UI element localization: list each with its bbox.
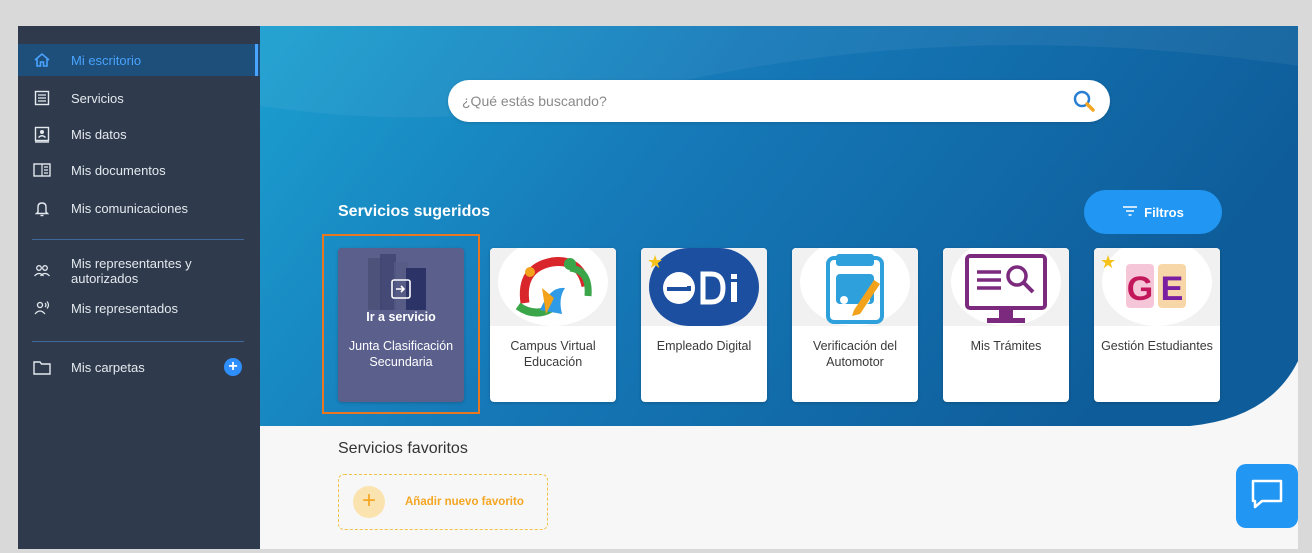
filter-icon (1122, 205, 1138, 220)
service-card-name: Verificación del Automotor (812, 339, 898, 369)
add-favorite-label: Añadir nuevo favorito (405, 496, 524, 508)
service-card-name: Junta Clasificación Secundaria (348, 339, 454, 369)
sidebar-item-label: Servicios (71, 90, 124, 106)
search-icon[interactable] (1070, 87, 1098, 115)
service-card-junta-clasificacion[interactable]: Ir a servicio Junta Clasificación Secund… (338, 248, 464, 402)
sidebar-item-label: Mis datos (71, 126, 127, 142)
id-card-icon (32, 124, 52, 144)
service-card-empleado-digital[interactable]: ★ Empleado Digital (641, 248, 767, 402)
sidebar-item-label: Mis representados (71, 300, 178, 316)
home-icon (32, 50, 52, 70)
automotor-logo (792, 248, 918, 326)
sidebar-item-mis-documentos[interactable]: Mis documentos (18, 154, 260, 186)
svg-text:E: E (1161, 270, 1184, 308)
sidebar-item-mis-carpetas[interactable]: Mis carpetas + (18, 351, 260, 383)
sidebar-item-mis-datos[interactable]: Mis datos (18, 118, 260, 150)
service-card-campus-virtual[interactable]: Campus Virtual Educación (490, 248, 616, 402)
campus-virtual-logo (490, 248, 616, 326)
search-bar (448, 80, 1110, 122)
sidebar-item-label: Mis representantes y autorizados (71, 256, 192, 286)
sidebar-item-label: Mi escritorio (71, 52, 142, 68)
main-content: Servicios sugeridos Filtros Ir a servi (260, 26, 1298, 549)
chat-button[interactable] (1236, 464, 1298, 528)
sidebar-item-label: Mis carpetas (71, 359, 145, 375)
sidebar-item-mi-escritorio[interactable]: Mi escritorio (18, 44, 260, 76)
app-window: Mi escritorio Servicios Mis datos Mis do… (18, 26, 1298, 549)
go-to-service-label: Ir a servicio (366, 310, 436, 324)
list-icon (32, 88, 52, 108)
favorite-services-title: Servicios favoritos (338, 440, 468, 457)
filters-button[interactable]: Filtros (1084, 190, 1222, 234)
add-favorite-button[interactable]: + Añadir nuevo favorito (338, 474, 548, 530)
favorite-star-icon: ★ (1100, 252, 1117, 272)
tramites-logo (943, 248, 1069, 326)
chat-icon (1250, 478, 1284, 515)
sidebar-item-mis-representantes[interactable]: Mis representantes y autorizados (18, 253, 260, 289)
sidebar: Mi escritorio Servicios Mis datos Mis do… (18, 26, 260, 549)
service-card-name: Mis Trámites (970, 339, 1042, 353)
favorite-star-icon: ★ (647, 252, 664, 272)
service-card-gestion-estudiantes[interactable]: G E ★ Gestión Estudiantes (1094, 248, 1220, 402)
bell-icon (32, 198, 52, 218)
service-card-verificacion-automotor[interactable]: Verificación del Automotor (792, 248, 918, 402)
documents-icon (32, 160, 52, 180)
user-voice-icon (32, 298, 52, 318)
folder-icon (32, 357, 52, 377)
sidebar-item-servicios[interactable]: Servicios (18, 82, 260, 114)
service-card-name: Empleado Digital (656, 339, 752, 353)
service-card-name: Campus Virtual Educación (510, 339, 596, 369)
plus-icon: + (353, 486, 385, 518)
filters-label: Filtros (1144, 204, 1184, 220)
enter-icon (390, 278, 412, 305)
svg-text:G: G (1127, 270, 1153, 308)
sidebar-item-label: Mis comunicaciones (71, 200, 189, 216)
sidebar-item-mis-representados[interactable]: Mis representados (18, 292, 260, 324)
sidebar-item-mis-comunicaciones[interactable]: Mis comunicaciones (18, 192, 260, 224)
users-icon (32, 261, 52, 281)
divider (32, 239, 244, 240)
search-input[interactable] (460, 92, 1070, 110)
sidebar-item-label: Mis documentos (71, 162, 166, 178)
service-card-mis-tramites[interactable]: Mis Trámites (943, 248, 1069, 402)
service-card-name: Gestión Estudiantes (1101, 339, 1213, 353)
divider (32, 341, 244, 342)
add-folder-button[interactable]: + (224, 358, 242, 376)
suggested-services-title: Servicios sugeridos (338, 203, 491, 220)
